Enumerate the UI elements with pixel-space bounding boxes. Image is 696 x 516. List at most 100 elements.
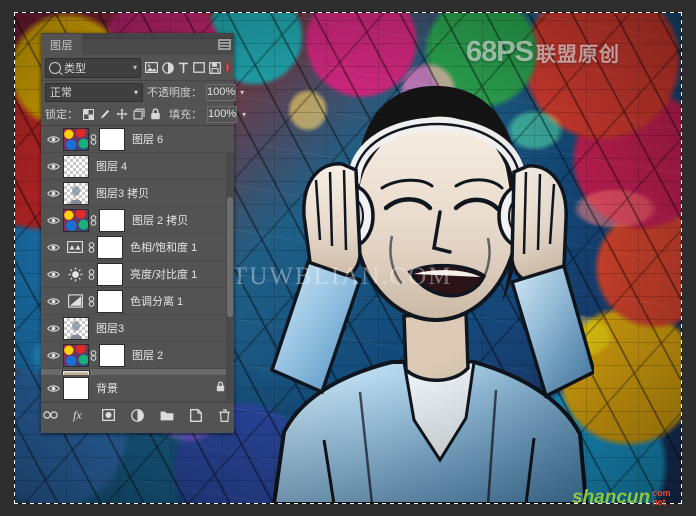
layer-mask-thumbnail[interactable]	[99, 208, 125, 232]
fill-chevron-down-icon[interactable]: ▾	[242, 110, 246, 119]
visibility-eye-icon[interactable]	[43, 261, 63, 287]
photoshop-workspace: 68PS 联盟原创 TUWBLIAN.COM shancun com net 图…	[0, 0, 696, 516]
lock-position-icon[interactable]	[116, 108, 128, 121]
fill-input[interactable]: 100%	[207, 105, 238, 123]
visibility-eye-icon[interactable]	[43, 234, 63, 260]
layer-thumbnail[interactable]	[63, 376, 89, 400]
filter-smartobject-icon[interactable]	[209, 60, 221, 75]
layer-thumbnail[interactable]	[63, 181, 89, 205]
link-layers-button[interactable]	[43, 407, 59, 423]
new-layer-button[interactable]	[188, 407, 204, 423]
filter-type-icon[interactable]	[178, 60, 189, 75]
layer-thumbnail[interactable]	[62, 369, 90, 375]
blend-mode-value: 正常	[50, 87, 72, 99]
visibility-eye-icon[interactable]	[43, 369, 63, 375]
fill-label: 填充：	[169, 109, 202, 121]
layer-mask-thumbnail[interactable]	[99, 127, 125, 151]
panel-menu-icon[interactable]	[218, 39, 231, 50]
layer-name: 图层 4	[96, 161, 128, 173]
visibility-eye-icon[interactable]	[43, 342, 63, 368]
new-group-button[interactable]	[159, 407, 175, 423]
layer-thumbnail[interactable]	[63, 127, 89, 151]
lock-all-icon[interactable]	[150, 108, 161, 121]
visibility-eye-icon[interactable]	[43, 180, 63, 206]
layer-filter-bar[interactable]: 类型 ▾	[41, 55, 234, 81]
layer-name: 图层 2 拷贝	[132, 215, 189, 227]
new-fill-adjustment-layer-button[interactable]	[130, 407, 146, 423]
layer-name: 图层 1	[96, 374, 127, 375]
layer-mask-link-icon[interactable]	[87, 268, 96, 280]
layer-row[interactable]: 图层3 拷贝	[41, 180, 234, 207]
layer-mask-link-icon[interactable]	[89, 349, 98, 361]
layer-row[interactable]: 图层 2 拷贝	[41, 207, 234, 234]
visibility-eye-icon[interactable]	[43, 315, 63, 341]
layer-name: 亮度/对比度 1	[130, 269, 198, 281]
visibility-eye-icon[interactable]	[43, 126, 63, 152]
layer-mask-link-icon[interactable]	[87, 295, 96, 307]
layer-row[interactable]: 色相/饱和度 1	[41, 234, 234, 261]
layer-mask-link-icon[interactable]	[89, 214, 98, 226]
search-icon	[49, 61, 61, 74]
layer-thumbnail[interactable]	[63, 154, 89, 178]
layer-mask-link-icon[interactable]	[87, 241, 96, 253]
layer-row-background[interactable]: 背景	[41, 375, 234, 402]
layer-mask-thumbnail[interactable]	[97, 262, 123, 286]
layer-mask-thumbnail[interactable]	[99, 343, 125, 367]
layer-row[interactable]: 图层 6	[41, 126, 234, 153]
layer-name: 色调分离 1	[130, 296, 184, 308]
layer-row[interactable]: 亮度/对比度 1	[41, 261, 234, 288]
blend-mode-row[interactable]: 正常 ▾ 不透明度： 100% ▾	[41, 81, 244, 103]
tab-layers[interactable]: 图层	[41, 34, 82, 55]
layers-scrollbar[interactable]	[226, 153, 234, 402]
opacity-input[interactable]: 100%	[206, 83, 237, 101]
visibility-eye-icon[interactable]	[43, 153, 63, 179]
add-layer-mask-button[interactable]	[101, 407, 117, 423]
layer-name: 色相/饱和度 1	[130, 242, 198, 254]
filter-kind-select[interactable]: 类型 ▾	[45, 57, 141, 78]
layer-name: 图层3	[96, 323, 125, 335]
adjustment-layer-icon[interactable]	[63, 291, 87, 312]
visibility-eye-icon[interactable]	[43, 375, 63, 401]
visibility-eye-icon[interactable]	[43, 207, 63, 233]
layer-mask-thumbnail[interactable]	[97, 289, 123, 313]
layer-row[interactable]: 图层3	[41, 315, 234, 342]
layer-mask-thumbnail[interactable]	[97, 235, 123, 259]
layer-name: 图层 2	[132, 350, 164, 362]
visibility-eye-icon[interactable]	[43, 288, 63, 314]
opacity-label: 不透明度：	[147, 87, 202, 99]
panel-tab-bar: 图层	[41, 33, 234, 55]
layer-style-fx-button[interactable]: fx	[72, 407, 88, 423]
layers-panel-footer[interactable]: fx	[41, 402, 234, 427]
adjustment-layer-icon[interactable]	[63, 237, 87, 258]
blend-mode-select[interactable]: 正常 ▾	[45, 82, 143, 102]
delete-layer-button[interactable]	[217, 407, 233, 423]
layer-row[interactable]: 色调分离 1	[41, 288, 234, 315]
adjustment-layer-icon[interactable]	[63, 264, 87, 285]
layer-row[interactable]: 图层 2	[41, 342, 234, 369]
chevron-down-icon: ▾	[132, 63, 137, 72]
layers-panel[interactable]: 图层 类型 ▾ 正常 ▾ 不透明度： 100% ▾ 锁定： 填充： 100% ▾…	[41, 33, 246, 433]
tab-bar-filler	[82, 38, 234, 55]
layer-thumbnail[interactable]	[63, 208, 89, 232]
chevron-down-icon: ▾	[133, 87, 138, 97]
layer-thumbnail[interactable]	[63, 343, 89, 367]
lock-image-pixels-icon[interactable]	[99, 108, 111, 121]
layer-name-background: 背景	[96, 383, 118, 395]
filter-adjustment-icon[interactable]	[162, 60, 174, 75]
lock-row[interactable]: 锁定： 填充： 100% ▾	[41, 103, 246, 126]
layer-row[interactable]: 图层 1	[41, 369, 234, 375]
scrollbar-thumb[interactable]	[227, 197, 233, 317]
opacity-chevron-down-icon[interactable]: ▾	[240, 88, 244, 97]
filter-enable-toggle[interactable]	[225, 62, 230, 73]
lock-label: 锁定：	[45, 109, 78, 121]
layer-thumbnail[interactable]	[63, 316, 89, 340]
filter-pixel-icon[interactable]	[145, 60, 158, 75]
layer-list[interactable]: 图层 6 图层 4 图层3 拷贝图层 2 拷贝 色相/饱和度 1 亮度/对比度 1 色调分…	[41, 126, 234, 375]
layer-name: 图层 6	[132, 134, 164, 146]
filter-shape-icon[interactable]	[193, 60, 205, 75]
layer-mask-link-icon[interactable]	[89, 133, 98, 145]
layer-name: 图层3 拷贝	[96, 188, 150, 200]
layer-row[interactable]: 图层 4	[41, 153, 234, 180]
lock-artboard-nesting-icon[interactable]	[133, 108, 145, 121]
lock-transparent-pixels-icon[interactable]	[83, 108, 94, 121]
